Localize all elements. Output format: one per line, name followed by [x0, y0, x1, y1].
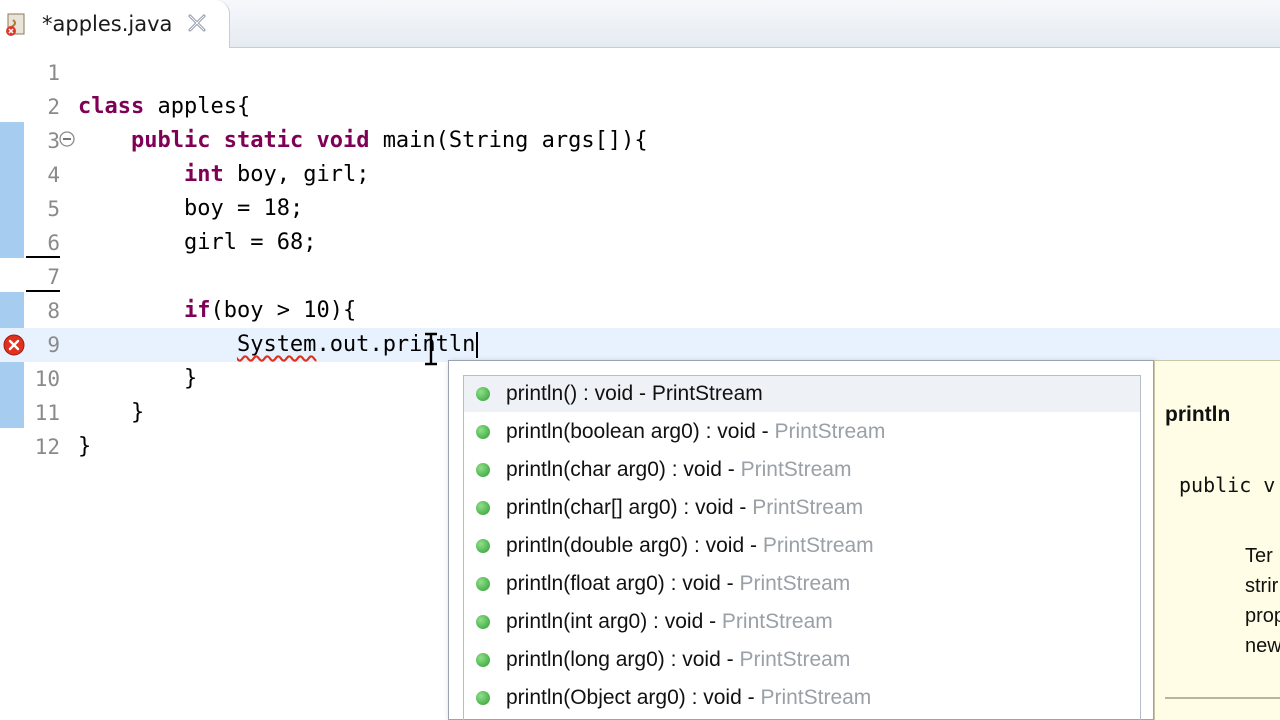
code-line-3[interactable]: 3 public static void main(String args[])… [0, 124, 1280, 158]
public-method-icon [476, 615, 490, 629]
text-caret [476, 332, 479, 358]
javadoc-divider [1165, 697, 1280, 699]
collapse-fold-icon[interactable] [58, 130, 76, 148]
javadoc-text-line: new [1245, 635, 1280, 657]
code-text[interactable]: class apples{ [78, 90, 250, 124]
proposal-item[interactable]: println(int arg0) : void - PrintStream [464, 604, 1140, 640]
proposal-item[interactable]: println(Object arg0) : void - PrintStrea… [464, 680, 1140, 716]
proposal-signature: println(boolean arg0) : void - PrintStre… [506, 420, 886, 443]
javadoc-hover-panel: println public v Ter strir prop new [1154, 360, 1280, 720]
proposal-item[interactable]: println(float arg0) : void - PrintStream [464, 566, 1140, 602]
code-line-7[interactable]: 7 [0, 260, 1280, 294]
proposal-signature: println(float arg0) : void - PrintStream [506, 572, 851, 595]
code-line-5[interactable]: 5 boy = 18; [0, 192, 1280, 226]
proposal-item[interactable]: println(long arg0) : void - PrintStream [464, 642, 1140, 678]
line-number[interactable]: 6 [24, 226, 60, 260]
line-number[interactable]: 12 [24, 430, 60, 464]
code-text[interactable]: } [78, 430, 91, 464]
tab-title: *apples.java [42, 12, 173, 36]
code-line-2[interactable]: 2 class apples{ [0, 90, 1280, 124]
code-text[interactable]: } [78, 396, 144, 430]
proposal-declaring-class: PrintStream [651, 382, 763, 405]
proposal-declaring-class: PrintStream [740, 458, 852, 481]
javadoc-text-line: Ter [1245, 545, 1273, 567]
code-line-1[interactable]: 1 [0, 56, 1280, 90]
code-line-8[interactable]: 8 if(boy > 10){ [0, 294, 1280, 328]
tab-apples-java[interactable]: *apples.java [0, 0, 230, 48]
public-method-icon [476, 501, 490, 515]
javadoc-description: Ter strir prop new [1245, 541, 1280, 661]
error-marker-icon[interactable] [2, 333, 26, 357]
proposal-item[interactable]: println(double arg0) : void - PrintStrea… [464, 528, 1140, 564]
proposal-item[interactable]: println() : void - PrintStream [464, 376, 1140, 412]
javadoc-text-line: prop [1245, 605, 1280, 627]
line-number[interactable]: 1 [24, 56, 60, 90]
line-number[interactable]: 10 [24, 362, 60, 396]
code-line-6[interactable]: 6 girl = 68; [0, 226, 1280, 260]
proposal-signature: println() : void - PrintStream [506, 382, 763, 405]
code-text[interactable]: boy = 18; [78, 192, 303, 226]
proposal-signature: println(long arg0) : void - PrintStream [506, 648, 851, 671]
line-number[interactable]: 9 [24, 328, 60, 362]
line-number[interactable]: 2 [24, 90, 60, 124]
proposal-item[interactable]: println(boolean arg0) : void - PrintStre… [464, 414, 1140, 450]
content-assist-popup[interactable]: println() : void - PrintStream println(bo… [448, 360, 1154, 720]
proposal-declaring-class: PrintStream [739, 572, 851, 595]
public-method-icon [476, 387, 490, 401]
proposal-declaring-class: PrintStream [760, 686, 872, 709]
javadoc-text-line: strir [1245, 575, 1279, 597]
javadoc-signature: public v [1179, 473, 1276, 497]
public-method-icon [476, 577, 490, 591]
code-line-4[interactable]: 4 int boy, girl; [0, 158, 1280, 192]
code-text[interactable]: } [78, 362, 197, 396]
proposal-declaring-class: PrintStream [739, 648, 851, 671]
proposal-list[interactable]: println() : void - PrintStream println(bo… [463, 375, 1141, 720]
javadoc-title: println [1165, 403, 1231, 426]
line-number[interactable]: 4 [24, 158, 60, 192]
proposal-item[interactable]: println(char arg0) : void - PrintStream [464, 452, 1140, 488]
code-text[interactable]: System.out.println [78, 328, 479, 362]
proposal-signature: println(Object arg0) : void - PrintStrea… [506, 686, 872, 709]
public-method-icon [476, 653, 490, 667]
code-text[interactable]: public static void main(String args[]){ [78, 124, 648, 158]
proposal-signature: println(int arg0) : void - PrintStream [506, 610, 833, 633]
public-method-icon [476, 463, 490, 477]
line-number[interactable]: 11 [24, 396, 60, 430]
text-cursor-icon [425, 332, 437, 366]
line-number[interactable]: 3 [24, 124, 60, 158]
proposal-declaring-class: PrintStream [752, 496, 864, 519]
public-method-icon [476, 425, 490, 439]
line-number[interactable]: 5 [24, 192, 60, 226]
public-method-icon [476, 539, 490, 553]
close-icon[interactable] [186, 12, 208, 34]
proposal-declaring-class: PrintStream [721, 610, 833, 633]
code-text[interactable]: if(boy > 10){ [78, 294, 356, 328]
proposal-signature: println(char arg0) : void - PrintStream [506, 458, 852, 481]
public-method-icon [476, 691, 490, 705]
line-number[interactable]: 7 [24, 260, 60, 294]
proposal-signature: println(char[] arg0) : void - PrintStrea… [506, 496, 864, 519]
proposal-signature: println(double arg0) : void - PrintStrea… [506, 534, 874, 557]
proposal-declaring-class: PrintStream [774, 420, 886, 443]
proposal-declaring-class: PrintStream [762, 534, 874, 557]
java-file-error-icon [6, 13, 25, 36]
line-number[interactable]: 8 [24, 294, 60, 328]
proposal-item[interactable]: println(char[] arg0) : void - PrintStrea… [464, 490, 1140, 526]
code-text[interactable]: girl = 68; [78, 226, 316, 260]
editor-tab-bar: *apples.java [0, 0, 1280, 48]
code-text[interactable]: int boy, girl; [78, 158, 369, 192]
code-line-9[interactable]: 9 System.out.println [0, 328, 1280, 362]
